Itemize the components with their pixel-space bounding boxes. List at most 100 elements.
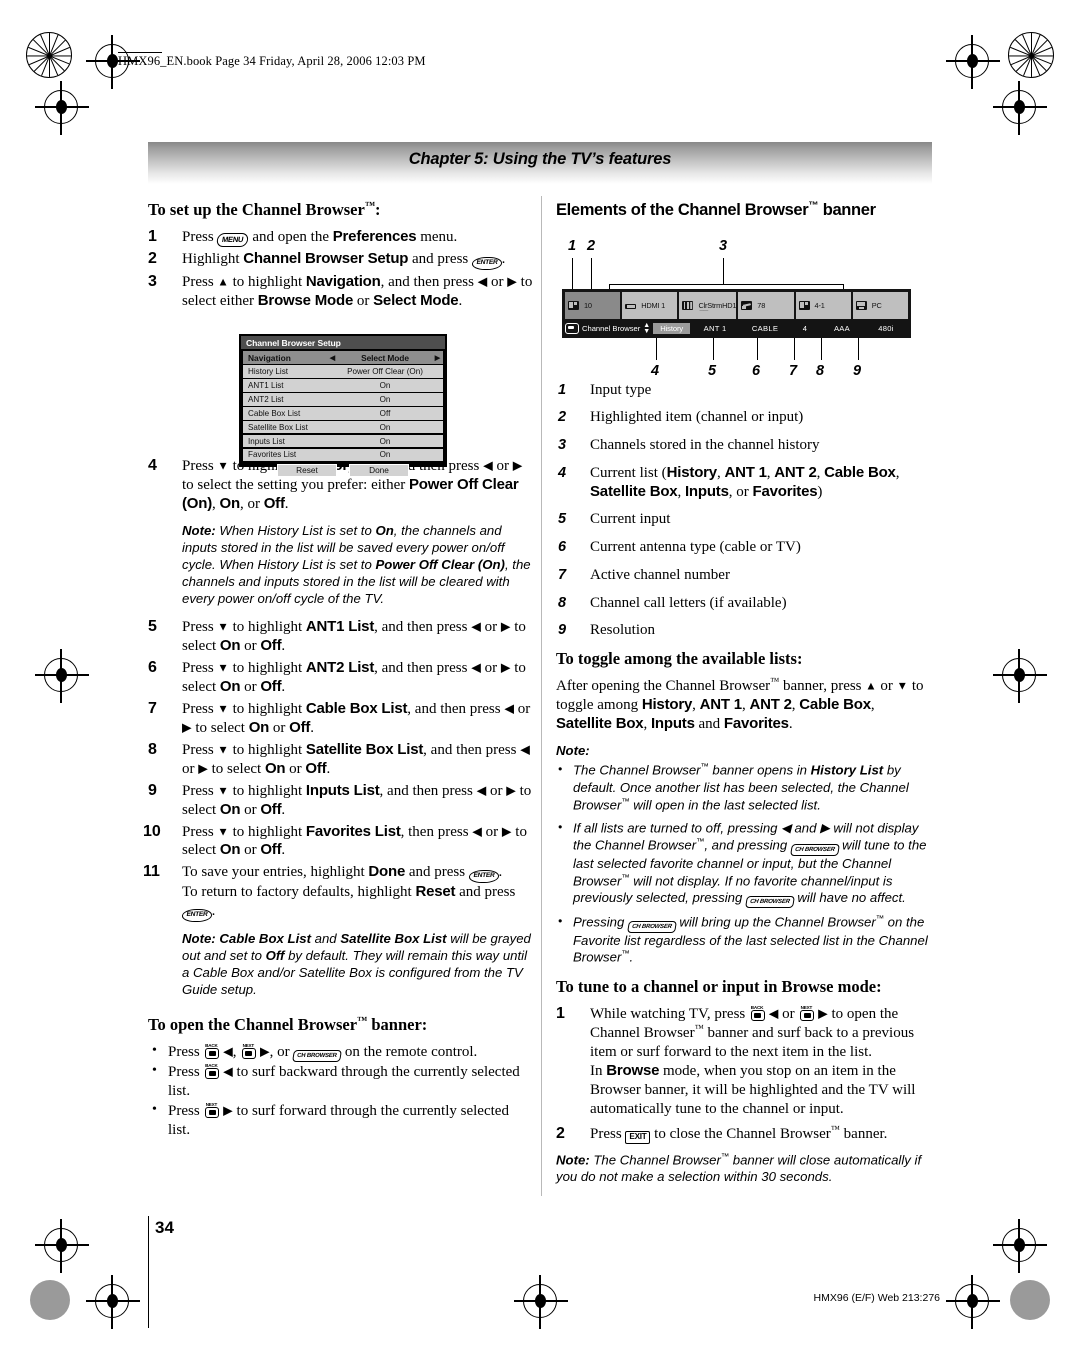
osd-navigation-value: Select Mode bbox=[361, 352, 409, 363]
osd-row[interactable]: ANT1 List On bbox=[243, 379, 443, 392]
step-number: 7 bbox=[148, 699, 157, 717]
banner-tile[interactable]: HDMI 1 bbox=[622, 292, 678, 319]
callout-text: Resolution bbox=[590, 622, 656, 639]
step-item: 8 Press ▼ to highlight Satellite Box List… bbox=[148, 741, 533, 779]
callout-item: 4 Current list (History, ANT 1, ANT 2, Ca… bbox=[556, 464, 934, 502]
leader-line-4 bbox=[656, 338, 658, 360]
osd-navigation-label: Navigation bbox=[248, 352, 291, 363]
banner-tile[interactable]: 4-1 bbox=[795, 292, 851, 319]
osd-row-value: Off bbox=[379, 408, 391, 418]
enter-key-icon: ENTER bbox=[467, 870, 500, 884]
callout-text: Channels stored in the channel history bbox=[590, 437, 820, 453]
osd-left-arrow-icon[interactable]: ◀ bbox=[327, 354, 338, 362]
osd-done-button[interactable]: Done bbox=[349, 464, 409, 477]
callout-number-6: 6 bbox=[752, 363, 761, 379]
note-history-list: Note: When History List is set to On, th… bbox=[148, 523, 533, 608]
banner-tile-label: HDMI 1 bbox=[641, 301, 666, 310]
callout-number-7: 7 bbox=[789, 363, 798, 379]
banner-tile-sublabel: —— bbox=[699, 308, 709, 313]
ch-browser-key-icon: CH BROWSER bbox=[627, 920, 677, 933]
osd-navigation-row[interactable]: Navigation ◀ Select Mode ▶ bbox=[243, 351, 443, 364]
osd-row-label: Inputs List bbox=[248, 436, 285, 446]
channel-browser-banner: 10 HDMI 1 ClrStrmHD1 —— 78 4-1 PC Channel Brow… bbox=[562, 289, 911, 338]
osd-row[interactable]: Satellite Box List On bbox=[243, 420, 443, 434]
callout-number-5: 5 bbox=[708, 363, 717, 379]
step-number: 9 bbox=[148, 781, 157, 799]
callout-number-8: 8 bbox=[816, 363, 825, 379]
toggle-note-bullets: The Channel Browser™ banner opens in His… bbox=[556, 762, 934, 966]
step-text: Press EXIT to close the Channel Browser™… bbox=[590, 1125, 888, 1144]
osd-right-arrow-icon[interactable]: ▶ bbox=[432, 354, 443, 362]
leader-line-6 bbox=[757, 338, 759, 360]
banner-current-list[interactable]: History bbox=[653, 323, 691, 334]
registration-mark-center-right bbox=[993, 649, 1047, 703]
leader-line-9 bbox=[858, 338, 860, 360]
bullet-item: Press NEXT ▶ to surf forward through the… bbox=[148, 1101, 533, 1140]
slug-rule bbox=[118, 52, 162, 53]
callout-number-4: 4 bbox=[651, 363, 660, 379]
callout-number: 9 bbox=[558, 622, 567, 639]
footer-document-code: HMX96 (E/F) Web 213:276 bbox=[813, 1292, 940, 1304]
banner-tile[interactable]: 78 bbox=[738, 292, 794, 319]
step-number: 8 bbox=[148, 740, 157, 758]
step-item: 9 Press ▼ to highlight Inputs List, and t… bbox=[148, 782, 533, 820]
step-text: Press ▼ to highlight ANT1 List, and then… bbox=[182, 617, 526, 654]
step-number: 2 bbox=[148, 250, 157, 268]
osd-row[interactable]: Inputs List On bbox=[243, 434, 443, 448]
exit-key-icon: EXIT bbox=[625, 1130, 651, 1144]
callout-item: 5 Current input bbox=[556, 510, 934, 529]
step-item: 7 Press ▼ to highlight Cable Box List, an… bbox=[148, 700, 533, 738]
step-item: 2 Press EXIT to close the Channel Browser… bbox=[556, 1125, 934, 1144]
step-item: 5 Press ▼ to highlight ANT1 List, and the… bbox=[148, 618, 533, 656]
heading-tune-browse-mode: To tune to a channel or input in Browse … bbox=[556, 976, 882, 996]
osd-row[interactable]: Favorites List On bbox=[243, 448, 443, 462]
callout-number-2: 2 bbox=[587, 238, 596, 254]
registration-star-top-left bbox=[26, 32, 72, 78]
osd-buttons: Reset Done bbox=[241, 464, 445, 477]
step-text: To save your entries, highlight Done and… bbox=[180, 863, 515, 922]
callout-number-3: 3 bbox=[719, 238, 728, 254]
banner-callout-list: 1 Input type 2 Highlighted item (channel or… bbox=[556, 381, 934, 641]
channel-browser-logo-icon bbox=[565, 323, 579, 334]
updown-arrows-icon[interactable]: ▲ ▼ bbox=[643, 322, 650, 335]
leader-line-7 bbox=[794, 338, 796, 360]
heading-setup-channel-browser: To set up the Channel Browser™: bbox=[148, 200, 381, 219]
note-bullet-item: Pressing CH BROWSER will bring up the Ch… bbox=[556, 914, 934, 967]
channel-next-key-icon: NEXT bbox=[204, 1102, 220, 1119]
osd-row[interactable]: ANT2 List On bbox=[243, 393, 443, 406]
osd-title: Channel Browser Setup bbox=[241, 336, 445, 349]
banner-tile[interactable]: 10 bbox=[565, 292, 621, 319]
callout-number-1: 1 bbox=[568, 238, 577, 254]
step-text: Press MENU and open the Preferences menu… bbox=[182, 228, 458, 248]
open-banner-bullets: Press BACK ◀, NEXT ▶, or CH BROWSER on t… bbox=[148, 1042, 533, 1140]
osd-reset-button[interactable]: Reset bbox=[277, 464, 337, 477]
step-number: 6 bbox=[148, 658, 157, 676]
callout-item: 7 Active channel number bbox=[556, 566, 934, 585]
banner-tiles: 10 HDMI 1 ClrStrmHD1 —— 78 4-1 PC bbox=[565, 292, 908, 319]
callout-text: Current input bbox=[590, 511, 671, 528]
step-number: 3 bbox=[148, 273, 157, 291]
registration-mark-bottom-right bbox=[993, 1219, 1047, 1273]
chapter-header-band: Chapter 5: Using the TV’s features bbox=[148, 142, 932, 184]
osd-rows: History List Power Off Clear (On) ANT1 Lis… bbox=[241, 365, 445, 462]
toggle-body-text: After opening the Channel Browser™ banne… bbox=[556, 677, 924, 733]
leader-line-3 bbox=[723, 258, 725, 285]
step-item: 6 Press ▼ to highlight ANT2 List, and the… bbox=[148, 659, 533, 697]
registration-mark-mid-right bbox=[993, 81, 1047, 135]
leader-bracket-3 bbox=[609, 284, 844, 286]
banner-tile[interactable]: PC bbox=[852, 292, 908, 319]
note-text: Note: Cable Box List and Satellite Box L… bbox=[182, 930, 531, 997]
registration-mark-center-left bbox=[35, 649, 89, 703]
osd-row[interactable]: Cable Box List Off bbox=[243, 406, 443, 420]
osd-row-value: On bbox=[379, 394, 391, 404]
banner-tile[interactable]: ClrStrmHD1 —— bbox=[679, 292, 736, 319]
callout-number: 2 bbox=[558, 409, 567, 426]
step-text: Highlight Channel Browser Setup and pres… bbox=[182, 250, 505, 271]
osd-row-value: On bbox=[379, 380, 391, 390]
step-text: Press ▼ to highlight Inputs List, and th… bbox=[182, 781, 532, 818]
note-bullet-item: If all lists are turned to off, pressing… bbox=[556, 820, 934, 909]
heading-open-channel-browser: To open the Channel Browser™ banner: bbox=[148, 1014, 428, 1034]
osd-row-label: ANT1 List bbox=[248, 380, 284, 390]
osd-row[interactable]: History List Power Off Clear (On) bbox=[243, 365, 443, 378]
step-number: 1 bbox=[148, 228, 157, 246]
